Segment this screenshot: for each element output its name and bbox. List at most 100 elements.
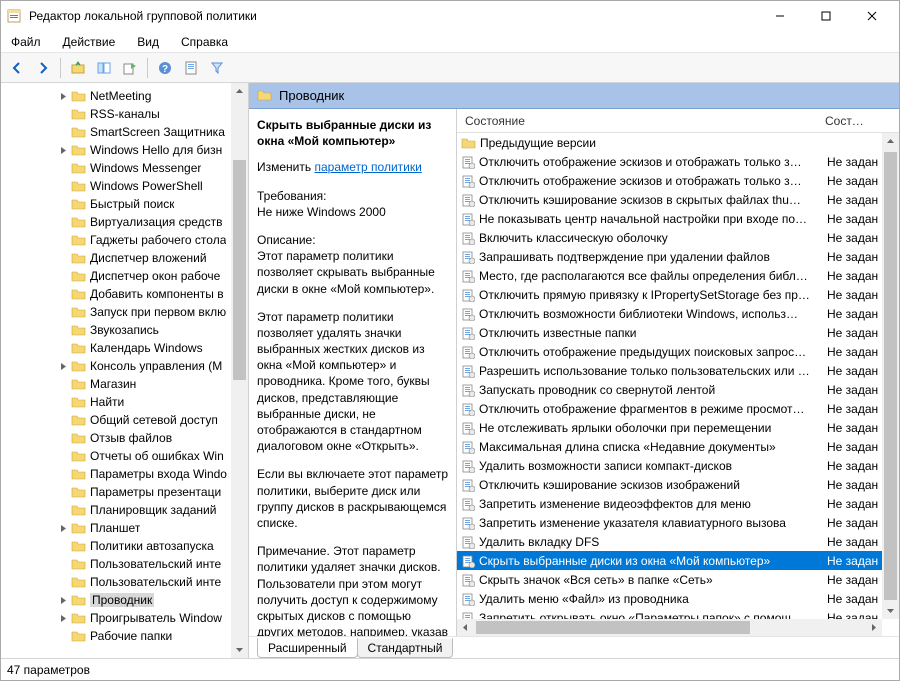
- tree-item[interactable]: Параметры презентаци: [1, 483, 248, 501]
- tree-item[interactable]: Пользовательский инте: [1, 555, 248, 573]
- list-item-label: Отключить отображение эскизов и отобража…: [479, 174, 823, 188]
- list-item[interactable]: Включить классическую оболочкуНе задан: [457, 228, 882, 247]
- tree-item[interactable]: Windows PowerShell: [1, 177, 248, 195]
- list-vertical-scrollbar[interactable]: [882, 133, 899, 619]
- policy-setting-link[interactable]: параметр политики: [314, 160, 421, 174]
- tree-item[interactable]: Диспетчер вложений: [1, 249, 248, 267]
- scroll-right-icon[interactable]: [865, 619, 882, 636]
- column-header-state[interactable]: Состоян: [817, 114, 877, 128]
- list-item[interactable]: Отключить отображение фрагментов в режим…: [457, 399, 882, 418]
- tree-item[interactable]: Виртуализация средств: [1, 213, 248, 231]
- tree-item[interactable]: Добавить компоненты в: [1, 285, 248, 303]
- tree-item[interactable]: Консоль управления (M: [1, 357, 248, 375]
- list-item[interactable]: Максимальная длина списка «Недавние доку…: [457, 437, 882, 456]
- expander-icon[interactable]: [57, 594, 69, 606]
- list-item-label: Отключить кэширование эскизов изображени…: [479, 478, 823, 492]
- close-button[interactable]: [849, 1, 895, 31]
- list-item[interactable]: Удалить меню «Файл» из проводникаНе зада…: [457, 589, 882, 608]
- list-item-state: Не задан: [823, 554, 882, 568]
- tree-item[interactable]: Магазин: [1, 375, 248, 393]
- scroll-down-icon[interactable]: [882, 602, 899, 619]
- folder-icon: [71, 233, 86, 247]
- tree-item[interactable]: Звукозапись: [1, 321, 248, 339]
- tree-item[interactable]: Windows Messenger: [1, 159, 248, 177]
- help-button[interactable]: ?: [153, 56, 177, 80]
- scrollbar-thumb[interactable]: [476, 621, 750, 634]
- scroll-left-icon[interactable]: [457, 619, 474, 636]
- tree-item[interactable]: Диспетчер окон рабоче: [1, 267, 248, 285]
- list-item[interactable]: Отключить отображение эскизов и отобража…: [457, 171, 882, 190]
- tree-item[interactable]: Общий сетевой доступ: [1, 411, 248, 429]
- tree-item[interactable]: RSS-каналы: [1, 105, 248, 123]
- tree-item[interactable]: Параметры входа Windo: [1, 465, 248, 483]
- tree-item[interactable]: SmartScreen Защитника: [1, 123, 248, 141]
- tree-item[interactable]: Проигрыватель Window: [1, 609, 248, 627]
- list-item[interactable]: Запретить изменение видеоэффектов для ме…: [457, 494, 882, 513]
- list-item[interactable]: Отключить отображение эскизов и отобража…: [457, 152, 882, 171]
- tree-item[interactable]: Гаджеты рабочего стола: [1, 231, 248, 249]
- nav-forward-button[interactable]: [31, 56, 55, 80]
- menu-view[interactable]: Вид: [133, 33, 163, 51]
- scrollbar-thumb[interactable]: [884, 152, 897, 600]
- tree-item[interactable]: Рабочие папки: [1, 627, 248, 645]
- tree-item[interactable]: Найти: [1, 393, 248, 411]
- tree-item[interactable]: Отзыв файлов: [1, 429, 248, 447]
- export-button[interactable]: [118, 56, 142, 80]
- list-item[interactable]: Отключить кэширование эскизов в скрытых …: [457, 190, 882, 209]
- list-item[interactable]: Отключить возможности библиотеки Windows…: [457, 304, 882, 323]
- list-item[interactable]: Не отслеживать ярлыки оболочки при перем…: [457, 418, 882, 437]
- tree-vertical-scrollbar[interactable]: [231, 83, 248, 658]
- tree-item[interactable]: Политики автозапуска: [1, 537, 248, 555]
- list-item[interactable]: Отключить прямую привязку к IPropertySet…: [457, 285, 882, 304]
- tree-item[interactable]: Windows Hello для бизн: [1, 141, 248, 159]
- menu-help[interactable]: Справка: [177, 33, 232, 51]
- maximize-button[interactable]: [803, 1, 849, 31]
- list-item[interactable]: Удалить возможности записи компакт-диско…: [457, 456, 882, 475]
- list-item[interactable]: Скрыть значок «Вся сеть» в папке «Сеть»Н…: [457, 570, 882, 589]
- properties-button[interactable]: [179, 56, 203, 80]
- tree-item[interactable]: Проводник: [1, 591, 248, 609]
- tree-item[interactable]: Планировщик заданий: [1, 501, 248, 519]
- expander-icon[interactable]: [57, 612, 69, 624]
- list-rows[interactable]: Предыдущие версииОтключить отображение э…: [457, 133, 882, 627]
- list-item[interactable]: Отключить кэширование эскизов изображени…: [457, 475, 882, 494]
- list-item[interactable]: Запускать проводник со свернутой лентойН…: [457, 380, 882, 399]
- expander-icon[interactable]: [57, 522, 69, 534]
- scroll-up-icon[interactable]: [231, 83, 248, 100]
- tree-item[interactable]: Быстрый поиск: [1, 195, 248, 213]
- scrollbar-thumb[interactable]: [233, 160, 246, 380]
- list-item[interactable]: Отключить известные папкиНе задан: [457, 323, 882, 342]
- tree-item[interactable]: Запуск при первом вклю: [1, 303, 248, 321]
- column-header-name[interactable]: Состояние: [457, 114, 817, 128]
- tree-item[interactable]: NetMeeting: [1, 87, 248, 105]
- list-item[interactable]: Не показывать центр начальной настройки …: [457, 209, 882, 228]
- tab-extended[interactable]: Расширенный: [257, 638, 358, 658]
- menu-action[interactable]: Действие: [59, 33, 120, 51]
- list-item[interactable]: Запретить изменение указателя клавиатурн…: [457, 513, 882, 532]
- tab-standard[interactable]: Стандартный: [357, 638, 454, 658]
- minimize-button[interactable]: [757, 1, 803, 31]
- filter-button[interactable]: [205, 56, 229, 80]
- list-item[interactable]: Место, где располагаются все файлы опред…: [457, 266, 882, 285]
- list-folder-item[interactable]: Предыдущие версии: [457, 133, 882, 152]
- list-item[interactable]: Скрыть выбранные диски из окна «Мой комп…: [457, 551, 882, 570]
- show-hide-tree-button[interactable]: [92, 56, 116, 80]
- list-item[interactable]: Разрешить использование только пользоват…: [457, 361, 882, 380]
- expander-icon[interactable]: [57, 360, 69, 372]
- list-item[interactable]: Удалить вкладку DFSНе задан: [457, 532, 882, 551]
- up-button[interactable]: [66, 56, 90, 80]
- scroll-up-icon[interactable]: [882, 133, 899, 150]
- expander-icon[interactable]: [57, 90, 69, 102]
- list-item[interactable]: Запрашивать подтверждение при удалении ф…: [457, 247, 882, 266]
- tree-item[interactable]: Пользовательский инте: [1, 573, 248, 591]
- list-item[interactable]: Отключить отображение предыдущих поисков…: [457, 342, 882, 361]
- expander-icon[interactable]: [57, 144, 69, 156]
- scroll-down-icon[interactable]: [231, 641, 248, 658]
- menu-file[interactable]: Файл: [7, 33, 45, 51]
- list-horizontal-scrollbar[interactable]: [457, 619, 882, 636]
- tree-item[interactable]: Планшет: [1, 519, 248, 537]
- tree-item[interactable]: Отчеты об ошибках Win: [1, 447, 248, 465]
- tree[interactable]: NetMeetingRSS-каналыSmartScreen Защитник…: [1, 83, 248, 649]
- tree-item[interactable]: Календарь Windows: [1, 339, 248, 357]
- nav-back-button[interactable]: [5, 56, 29, 80]
